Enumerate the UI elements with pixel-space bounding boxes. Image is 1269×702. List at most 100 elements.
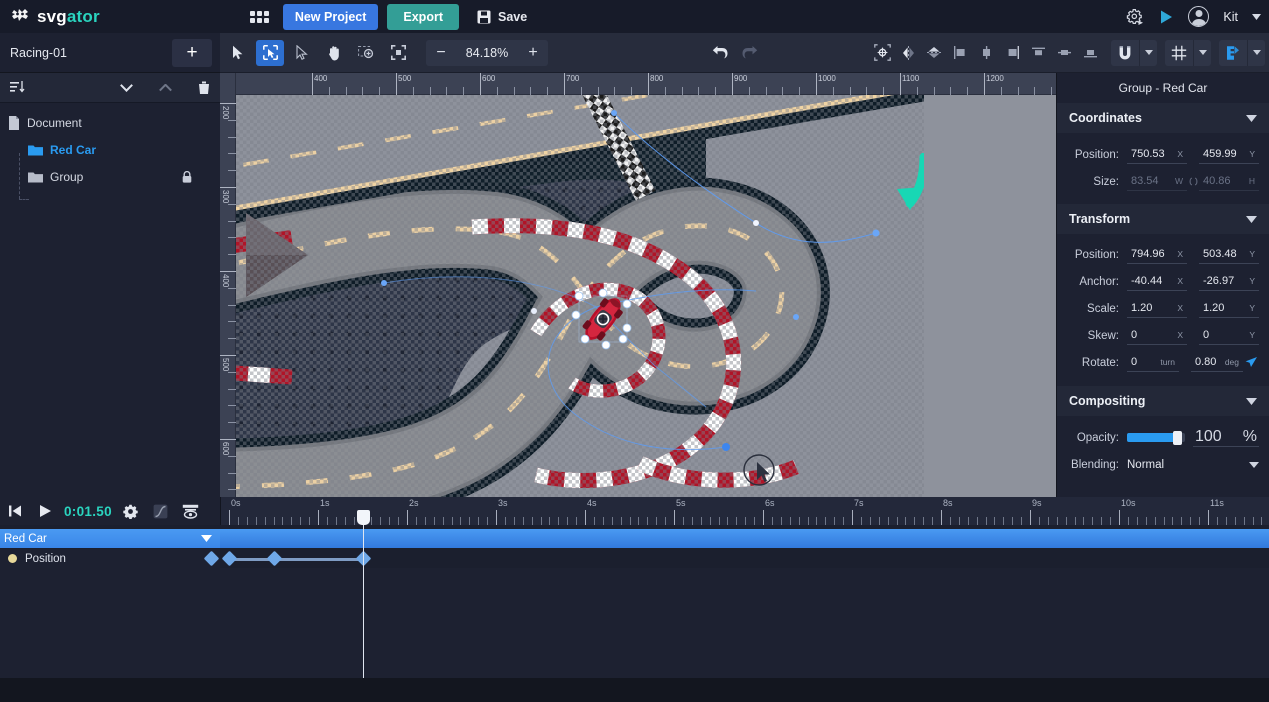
timeline-track-bar[interactable] <box>220 529 1269 548</box>
easing-curve-icon[interactable] <box>146 497 176 525</box>
ruler-label: 200 <box>221 106 230 120</box>
export-button[interactable]: Export <box>387 3 459 30</box>
tree-item-group[interactable]: Group <box>0 163 220 190</box>
grid-dropdown-chevron-down-icon[interactable] <box>1193 39 1211 66</box>
chevron-down-icon[interactable] <box>1252 13 1261 20</box>
grid-icon[interactable] <box>1165 45 1193 61</box>
zoom-level-value[interactable]: 84.18% <box>456 46 518 60</box>
tree-item-document[interactable]: Document <box>0 109 220 136</box>
chevron-down-icon[interactable] <box>1246 215 1257 223</box>
current-time-display[interactable]: 0:01.50 <box>60 504 116 519</box>
zoom-in-button[interactable]: + <box>518 40 548 66</box>
ruler-major-tick <box>984 73 985 95</box>
keyframe-marker[interactable] <box>203 550 220 567</box>
chevron-down-icon[interactable] <box>1246 397 1257 405</box>
section-header-compositing[interactable]: Compositing <box>1057 386 1269 416</box>
account-name[interactable]: Kit <box>1223 10 1238 24</box>
tree-item-red-car[interactable]: Red Car <box>0 136 220 163</box>
direct-select-tool[interactable] <box>288 40 316 66</box>
keyframe-marker[interactable] <box>266 550 283 567</box>
align-left-icon[interactable] <box>947 40 973 66</box>
link-ratio-icon[interactable] <box>1187 177 1199 186</box>
project-name[interactable]: Racing-01 <box>10 46 67 60</box>
grid-apps-icon[interactable] <box>249 10 269 23</box>
transform-position-y-input[interactable]: 503.48 Y <box>1199 245 1259 264</box>
align-middle-v-icon[interactable] <box>1051 40 1077 66</box>
pan-hand-tool[interactable] <box>320 40 348 66</box>
gear-play-icon[interactable] <box>1126 8 1144 26</box>
transform-position-x-input[interactable]: 794.96 X <box>1127 245 1187 264</box>
chevron-down-icon[interactable] <box>1249 461 1259 468</box>
ruler-icon[interactable] <box>1219 45 1247 61</box>
align-bottom-icon[interactable] <box>1077 40 1103 66</box>
timeline-ruler[interactable]: 0s 1s 2s 3s 4s 5s 6s 7s 8s 9s 10s 11s <box>220 497 1269 525</box>
zoom-out-button[interactable]: − <box>426 40 456 66</box>
trash-icon[interactable] <box>198 81 210 95</box>
bottom-bar: − + <box>0 678 1269 702</box>
avatar[interactable] <box>1188 6 1210 27</box>
redo-arrow-icon[interactable] <box>741 45 758 60</box>
section-header-transform[interactable]: Transform <box>1057 204 1269 234</box>
skip-to-start-button[interactable] <box>0 497 30 525</box>
canvas-area[interactable]: 400 500 600 700 800 900 1000 1100 1200 200 300 400… <box>220 73 1056 497</box>
transform-rotate-deg-input[interactable]: 0.80 deg <box>1191 353 1243 372</box>
node-edit-tool[interactable] <box>256 39 284 66</box>
timeline-minor-tick <box>994 517 996 525</box>
onion-skin-icon[interactable] <box>176 497 206 525</box>
opacity-slider[interactable] <box>1127 431 1185 445</box>
transform-rotate-turn-input[interactable]: 0 turn <box>1127 353 1179 372</box>
flip-horizontal-icon[interactable] <box>895 40 921 66</box>
align-top-icon[interactable] <box>1025 40 1051 66</box>
canvas-stage[interactable] <box>236 95 1056 497</box>
magnet-icon[interactable] <box>1111 45 1139 61</box>
blending-mode-select[interactable]: Normal <box>1127 459 1259 471</box>
unit: X <box>1177 276 1183 286</box>
artboard[interactable] <box>236 95 924 497</box>
ruler-dropdown-chevron-down-icon[interactable] <box>1247 39 1265 66</box>
section-header-coordinates[interactable]: Coordinates <box>1057 103 1269 133</box>
timeline-keyframe-row[interactable] <box>0 549 1269 568</box>
transform-anchor-y-input[interactable]: -26.97 Y <box>1199 272 1259 291</box>
add-layer-button[interactable]: + <box>172 38 212 67</box>
new-project-button[interactable]: New Project <box>282 3 379 30</box>
coordinates-size-h-input[interactable]: 40.86 H <box>1199 172 1259 191</box>
coordinates-position-x-input[interactable]: 750.53 X <box>1127 145 1187 164</box>
lock-icon[interactable] <box>182 170 192 183</box>
transform-skew-y-input[interactable]: 0 Y <box>1199 326 1259 345</box>
canvas-ruler-vertical[interactable]: 200300400500600700 <box>220 73 236 497</box>
sort-list-icon[interactable] <box>10 81 25 94</box>
align-right-icon[interactable] <box>999 40 1025 66</box>
transform-scale-x-input[interactable]: 1.20 X <box>1127 299 1187 318</box>
keyframe-marker[interactable] <box>221 550 238 567</box>
expand-all-chevron-up-icon[interactable] <box>159 83 172 92</box>
timeline-track-header-red-car[interactable]: Red Car <box>0 529 220 548</box>
align-to-selection-icon[interactable] <box>869 40 895 66</box>
select-tool[interactable] <box>224 40 252 66</box>
timeline-settings-gear-icon[interactable] <box>116 497 146 525</box>
play-button[interactable] <box>30 497 60 525</box>
logo-word-svg: svg <box>37 6 67 26</box>
timeline-playhead-handle[interactable] <box>357 510 370 525</box>
selected-red-car[interactable] <box>566 283 640 355</box>
transform-skew-x-input[interactable]: 0 X <box>1127 326 1187 345</box>
opacity-slider-knob[interactable] <box>1172 431 1182 445</box>
auto-orient-icon[interactable] <box>1243 356 1259 369</box>
align-center-h-icon[interactable] <box>973 40 999 66</box>
preview-play-icon[interactable] <box>1158 9 1174 25</box>
zoom-magnifier-plus-icon[interactable] <box>352 40 380 66</box>
save-button[interactable]: Save <box>477 10 527 24</box>
app-logo[interactable]: svgator <box>10 7 100 27</box>
canvas-ruler-horizontal[interactable]: 400 500 600 700 800 900 1000 1100 1200 <box>220 73 1056 95</box>
opacity-value-input[interactable]: 100 % <box>1193 428 1259 447</box>
chevron-down-icon[interactable] <box>201 535 212 542</box>
transform-scale-y-input[interactable]: 1.20 Y <box>1199 299 1259 318</box>
coordinates-position-y-input[interactable]: 459.99 Y <box>1199 145 1259 164</box>
fit-frame-tool[interactable] <box>384 40 412 66</box>
transform-anchor-x-input[interactable]: -40.44 X <box>1127 272 1187 291</box>
chevron-down-icon[interactable] <box>1246 114 1257 122</box>
flip-vertical-icon[interactable] <box>921 40 947 66</box>
undo-arrow-icon[interactable] <box>712 45 729 60</box>
snap-dropdown-chevron-down-icon[interactable] <box>1139 39 1157 66</box>
collapse-all-chevron-down-icon[interactable] <box>120 83 133 92</box>
coordinates-size-w-input[interactable]: 83.54 W <box>1127 172 1187 191</box>
